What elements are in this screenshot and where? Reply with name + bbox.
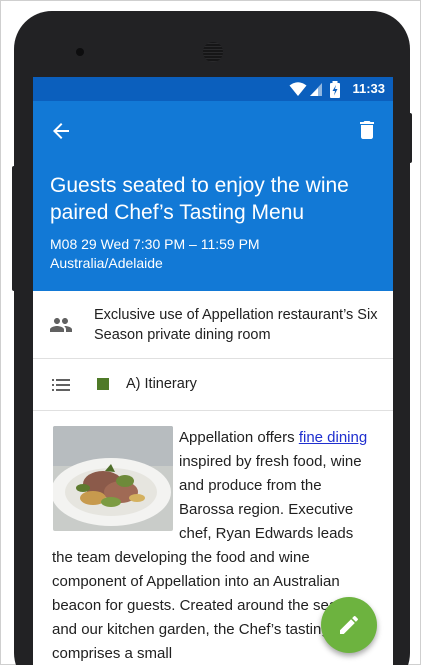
- list-icon: [52, 379, 70, 391]
- trash-icon[interactable]: [355, 118, 379, 142]
- pencil-icon: [340, 615, 359, 634]
- fine-dining-link[interactable]: fine dining: [299, 429, 367, 446]
- status-bar: 11:33: [33, 77, 393, 101]
- front-camera: [76, 48, 84, 56]
- cell-signal-icon: [310, 83, 322, 96]
- earpiece-speaker: [203, 42, 223, 62]
- attendees-text: Exclusive use of Appellation restaurant’…: [94, 307, 378, 343]
- battery-charging-icon: [330, 81, 340, 98]
- event-title: Guests seated to enjoy the wine paired C…: [50, 174, 349, 224]
- status-time: 11:33: [352, 81, 385, 96]
- wifi-icon: [289, 82, 307, 96]
- attendees-row: Exclusive use of Appellation restaurant’…: [33, 291, 393, 359]
- phone-screen: 11:33 Guests seated to enjoy the wine pa…: [33, 77, 393, 665]
- food-photo: [53, 426, 173, 531]
- volume-button: [12, 166, 16, 291]
- event-timezone: Australia/Adelaide: [50, 255, 163, 271]
- screenshot-frame: 11:33 Guests seated to enjoy the wine pa…: [0, 0, 421, 665]
- calendar-name: A) Itinerary: [126, 376, 197, 392]
- event-when: M08 29 Wed 7:30 PM – 11:59 PM Australia/…: [50, 235, 260, 273]
- event-header: Guests seated to enjoy the wine paired C…: [33, 101, 393, 291]
- arrow-back-icon[interactable]: [49, 119, 73, 143]
- description-intro: Appellation offers: [179, 429, 299, 446]
- power-button: [407, 113, 412, 163]
- people-icon: [50, 318, 72, 332]
- edit-event-button[interactable]: [321, 597, 377, 653]
- calendar-color-swatch: [97, 378, 109, 390]
- event-datetime: M08 29 Wed 7:30 PM – 11:59 PM: [50, 236, 260, 252]
- calendar-row[interactable]: A) Itinerary: [33, 359, 393, 411]
